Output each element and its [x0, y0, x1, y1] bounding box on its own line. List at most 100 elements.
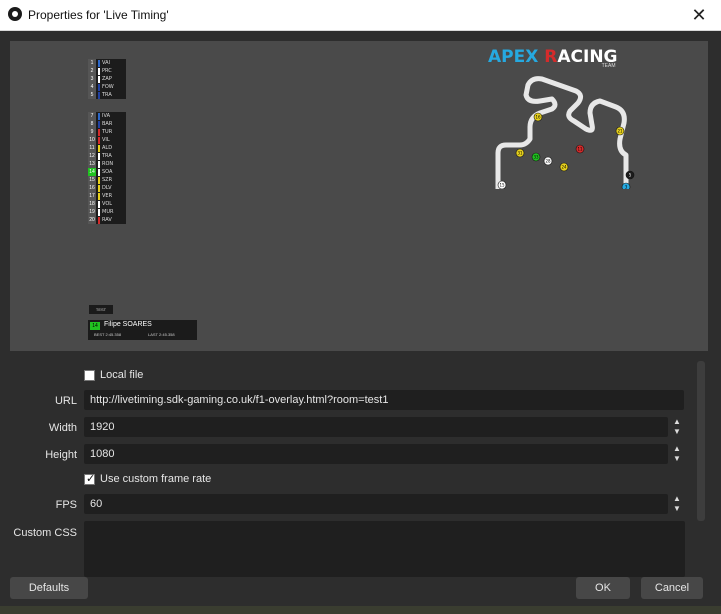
- timing-position: 18: [88, 200, 96, 208]
- custom-frame-rate-label: Use custom frame rate: [100, 473, 212, 485]
- chevron-down-icon[interactable]: ▼: [669, 454, 685, 464]
- team-color-stripe: [98, 144, 100, 152]
- form-scrollbar[interactable]: [697, 361, 705, 521]
- chevron-up-icon[interactable]: ▲: [669, 417, 685, 427]
- cancel-button[interactable]: Cancel: [641, 577, 703, 599]
- timing-row: 19 MUR: [88, 208, 126, 216]
- timing-position: 4: [88, 83, 96, 91]
- driver-code: IVA: [102, 113, 110, 119]
- car-marker: 15: [497, 180, 507, 189]
- timing-position: 15: [88, 176, 96, 184]
- obs-logo-icon: [8, 7, 22, 21]
- url-label: URL: [54, 395, 77, 407]
- team-color-stripe: [98, 176, 100, 184]
- team-color-stripe: [98, 128, 100, 136]
- chevron-down-icon[interactable]: ▼: [669, 504, 685, 514]
- team-color-stripe: [98, 120, 100, 128]
- timing-row: 10 VIL: [88, 136, 126, 144]
- car-marker: 24: [559, 162, 569, 172]
- driver-code: TRA: [102, 153, 112, 159]
- close-button[interactable]: ✕: [677, 0, 721, 30]
- timing-position: 1: [88, 59, 96, 67]
- fps-field[interactable]: 60: [84, 494, 668, 514]
- team-color-stripe: [98, 59, 100, 67]
- timing-row: 11 ALD: [88, 144, 126, 152]
- driver-code: MUR: [102, 209, 114, 215]
- ok-button[interactable]: OK: [576, 577, 630, 599]
- tower-gap: [88, 99, 126, 112]
- timing-row: 15 SZR: [88, 176, 126, 184]
- url-field[interactable]: http://livetiming.sdk-gaming.co.uk/f1-ov…: [84, 390, 684, 410]
- height-stepper[interactable]: ▲ ▼: [669, 444, 685, 464]
- timing-row: 14 SOA: [88, 168, 126, 176]
- team-color-stripe: [98, 208, 100, 216]
- driver-code: ZAP: [102, 76, 112, 82]
- timing-position: 9: [88, 128, 96, 136]
- driver-code: RON: [102, 161, 114, 167]
- car-marker: 16: [533, 112, 543, 122]
- browser-source-preview: 1 VAI 2 PRC 3 ZAP 4 FOW 5 TRA 7 IVA 8 BAR 9 TUR 10 VIL 11 A…: [10, 41, 708, 351]
- height-field[interactable]: 1080: [84, 444, 668, 464]
- timing-position: 20: [88, 216, 96, 224]
- logo-text-1: APEX: [488, 47, 545, 67]
- team-color-stripe: [98, 67, 100, 75]
- team-color-stripe: [98, 83, 100, 91]
- local-file-checkbox[interactable]: [84, 370, 95, 381]
- timing-position: 5: [88, 91, 96, 99]
- local-file-label: Local file: [100, 369, 144, 381]
- timing-position: 11: [88, 144, 96, 152]
- defaults-button[interactable]: Defaults: [10, 577, 88, 599]
- car-marker-number: 11: [577, 147, 583, 152]
- driver-code: DLV: [102, 185, 112, 191]
- team-color-stripe: [98, 192, 100, 200]
- car-marker-number: 28: [545, 159, 551, 164]
- fps-label: FPS: [55, 499, 77, 511]
- timing-row: 13 RON: [88, 160, 126, 168]
- timing-row: 12 TRA: [88, 152, 126, 160]
- car-marker-number: 21: [617, 129, 623, 134]
- car-marker: 33: [531, 152, 541, 162]
- properties-dialog: 1 VAI 2 PRC 3 ZAP 4 FOW 5 TRA 7 IVA 8 BAR 9 TUR 10 VIL 11 A…: [0, 31, 721, 614]
- car-marker-number: 15: [499, 183, 505, 188]
- timing-position: 13: [88, 160, 96, 168]
- driver-number: 14: [90, 322, 100, 330]
- driver-code: VAI: [102, 60, 110, 66]
- height-label: Height: [45, 449, 77, 461]
- timing-position: 8: [88, 120, 96, 128]
- team-color-stripe: [98, 200, 100, 208]
- team-color-stripe: [98, 152, 100, 160]
- driver-code: SOA: [102, 169, 113, 175]
- chevron-up-icon[interactable]: ▲: [669, 444, 685, 454]
- fps-stepper[interactable]: ▲ ▼: [669, 494, 685, 514]
- timing-row: 18 VOL: [88, 200, 126, 208]
- custom-frame-rate-checkbox[interactable]: ✓: [84, 473, 96, 485]
- timing-position: 14: [88, 168, 96, 176]
- team-color-stripe: [98, 168, 100, 176]
- car-marker-number: 24: [561, 165, 567, 170]
- custom-css-field[interactable]: [84, 521, 685, 577]
- session-tag: TEST: [89, 305, 113, 314]
- car-marker: 11: [575, 144, 585, 154]
- chevron-down-icon[interactable]: ▼: [669, 427, 685, 437]
- driver-code: SZR: [102, 177, 113, 183]
- custom-css-label: Custom CSS: [13, 527, 77, 539]
- timing-row: 8 BAR: [88, 120, 126, 128]
- car-marker: 5: [625, 170, 635, 180]
- driver-code: RAV: [102, 217, 112, 223]
- timing-row: 1 VAI: [88, 59, 126, 67]
- car-marker-number: 31: [517, 151, 523, 156]
- car-marker-number: 3: [625, 185, 628, 190]
- team-color-stripe: [98, 184, 100, 192]
- team-color-stripe: [98, 75, 100, 83]
- driver-code: TRA: [102, 92, 112, 98]
- team-color-stripe: [98, 160, 100, 168]
- timing-position: 7: [88, 112, 96, 120]
- timing-row: 20 RAV: [88, 216, 126, 224]
- chevron-up-icon[interactable]: ▲: [669, 494, 685, 504]
- width-field[interactable]: 1920: [84, 417, 668, 437]
- width-stepper[interactable]: ▲ ▼: [669, 417, 685, 437]
- width-label: Width: [48, 422, 77, 434]
- check-icon: ✓: [86, 473, 96, 485]
- driver-name: Filipe SOARES: [104, 321, 152, 328]
- team-color-stripe: [98, 216, 100, 224]
